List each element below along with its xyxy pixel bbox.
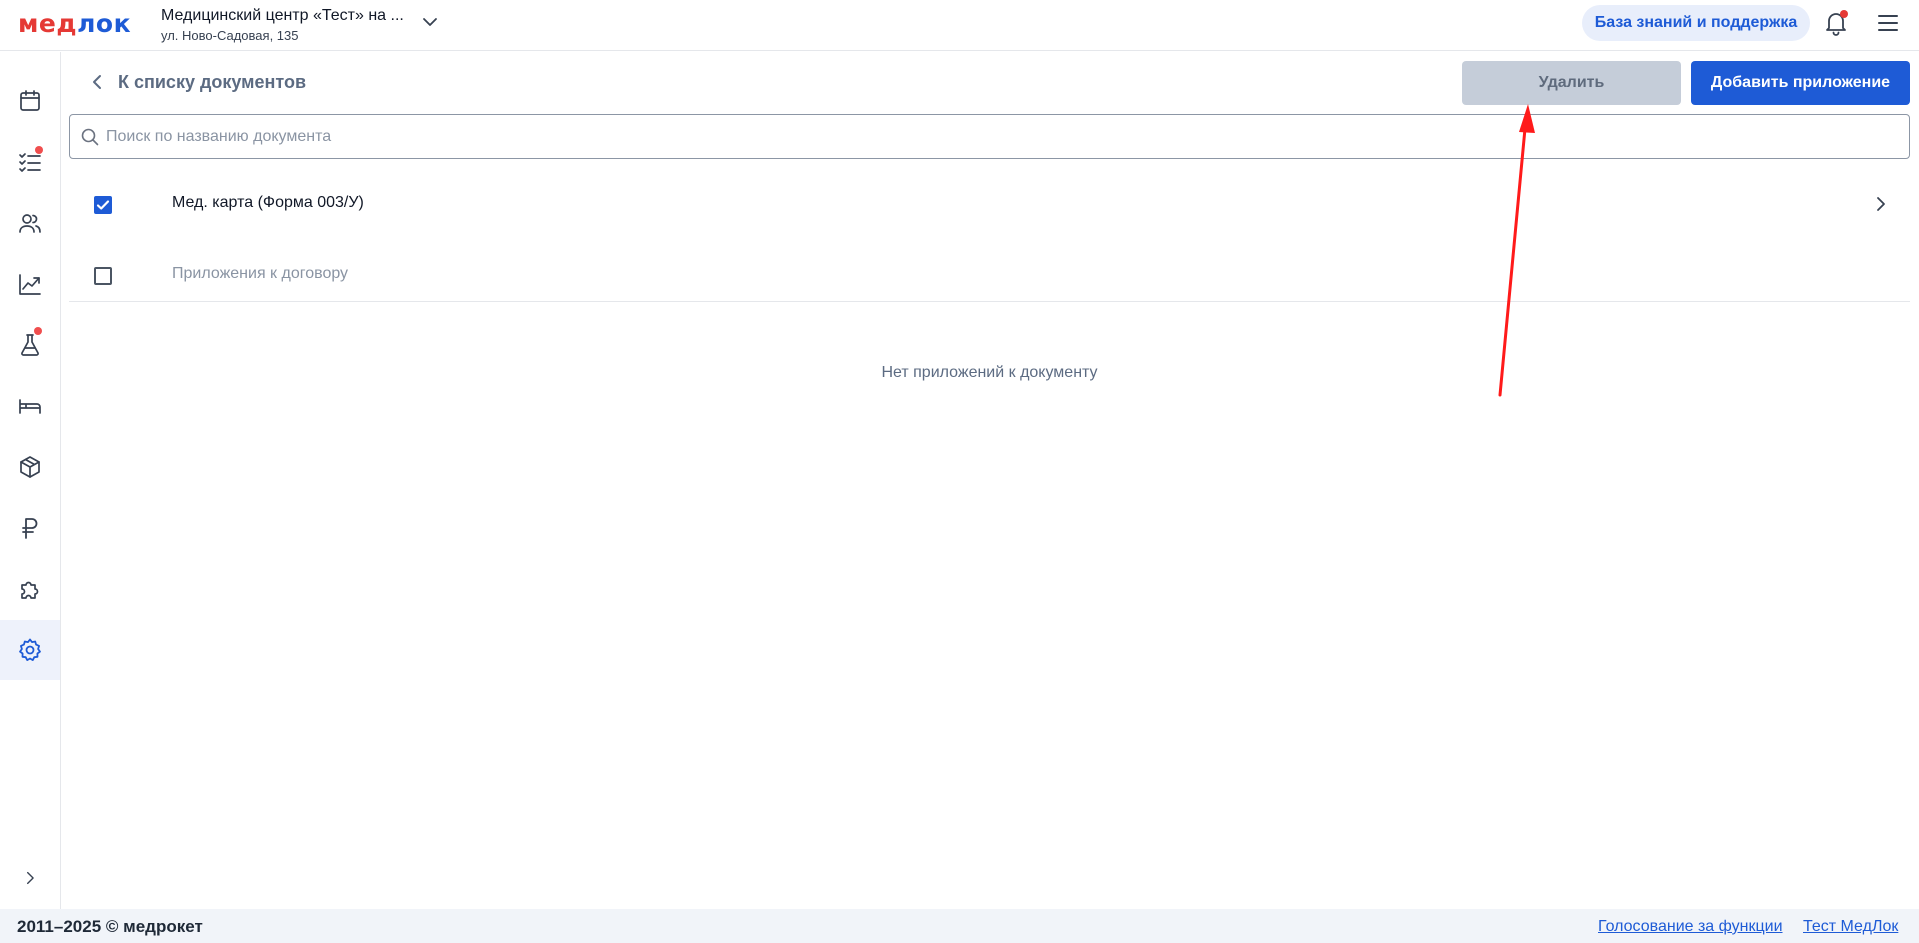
chart-icon [19,274,41,295]
chevron-right-icon[interactable] [1872,195,1890,213]
empty-state-message: Нет приложений к документу [881,364,1098,381]
document-title: Мед. карта (Форма 003/У) [172,194,364,211]
calendar-icon [20,90,40,111]
sidebar-item-integrations[interactable] [0,559,60,619]
ruble-icon [22,518,38,539]
add-attachment-button[interactable]: Добавить приложение [1691,61,1910,105]
test-medlok-link[interactable]: Тест МедЛок [1803,918,1898,936]
search-icon [81,128,99,146]
document-checkbox-checked[interactable] [94,196,112,214]
gear-icon [19,638,41,661]
feature-voting-link[interactable]: Голосование за функции [1598,918,1783,936]
sidebar-item-tasks[interactable] [0,132,60,192]
search-input[interactable] [106,115,1896,158]
chevron-left-icon [93,75,101,89]
sidebar-item-hospital[interactable] [0,376,60,436]
footer: 2011–2025 © медрокет Голосование за функ… [0,909,1919,943]
top-header: медлок Медицинский центр «Тест» на ... у… [0,0,1919,51]
sidebar-item-settings[interactable] [0,620,60,680]
clinic-selector[interactable]: Медицинский центр «Тест» на ... ул. Ново… [161,6,404,44]
clinic-address: ул. Ново-Садовая, 135 [161,28,299,43]
box-icon [20,456,40,478]
sidebar-item-analytics[interactable] [0,254,60,314]
puzzle-icon [21,581,39,599]
sidebar-item-calendar[interactable] [0,71,60,131]
menu-icon[interactable] [1876,12,1900,34]
notification-badge [1840,10,1848,18]
document-title: Приложения к договору [172,265,349,282]
delete-button[interactable]: Удалить [1462,61,1681,105]
sidebar-item-finance[interactable] [0,498,60,558]
copyright: 2011–2025 © медрокет [17,917,203,936]
checkmark-icon [96,200,110,210]
document-row[interactable]: Приложения к договору [69,239,1910,309]
flask-icon [21,334,39,356]
search-box [69,114,1910,159]
back-label: К списку документов [118,71,307,92]
sidebar [0,52,61,909]
back-to-documents-link[interactable]: К списку документов [88,70,306,94]
medlok-logo[interactable]: медлок [18,9,131,39]
sidebar-expand[interactable] [0,848,60,908]
knowledge-base-button[interactable]: База знаний и поддержка [1582,5,1810,41]
tasks-badge [35,146,43,154]
bed-icon [19,399,41,414]
sidebar-item-patients[interactable] [0,193,60,253]
sidebar-item-lab[interactable] [0,315,60,375]
document-row[interactable]: Мед. карта (Форма 003/У) [69,169,1910,239]
document-checkbox-unchecked[interactable] [94,267,112,285]
clinic-name: Медицинский центр «Тест» на ... [161,7,404,24]
sidebar-item-warehouse[interactable] [0,437,60,497]
chevron-down-icon[interactable] [420,12,440,32]
divider [69,301,1910,302]
chevron-right-icon [27,871,34,885]
users-icon [19,214,41,233]
lab-badge [34,327,42,335]
